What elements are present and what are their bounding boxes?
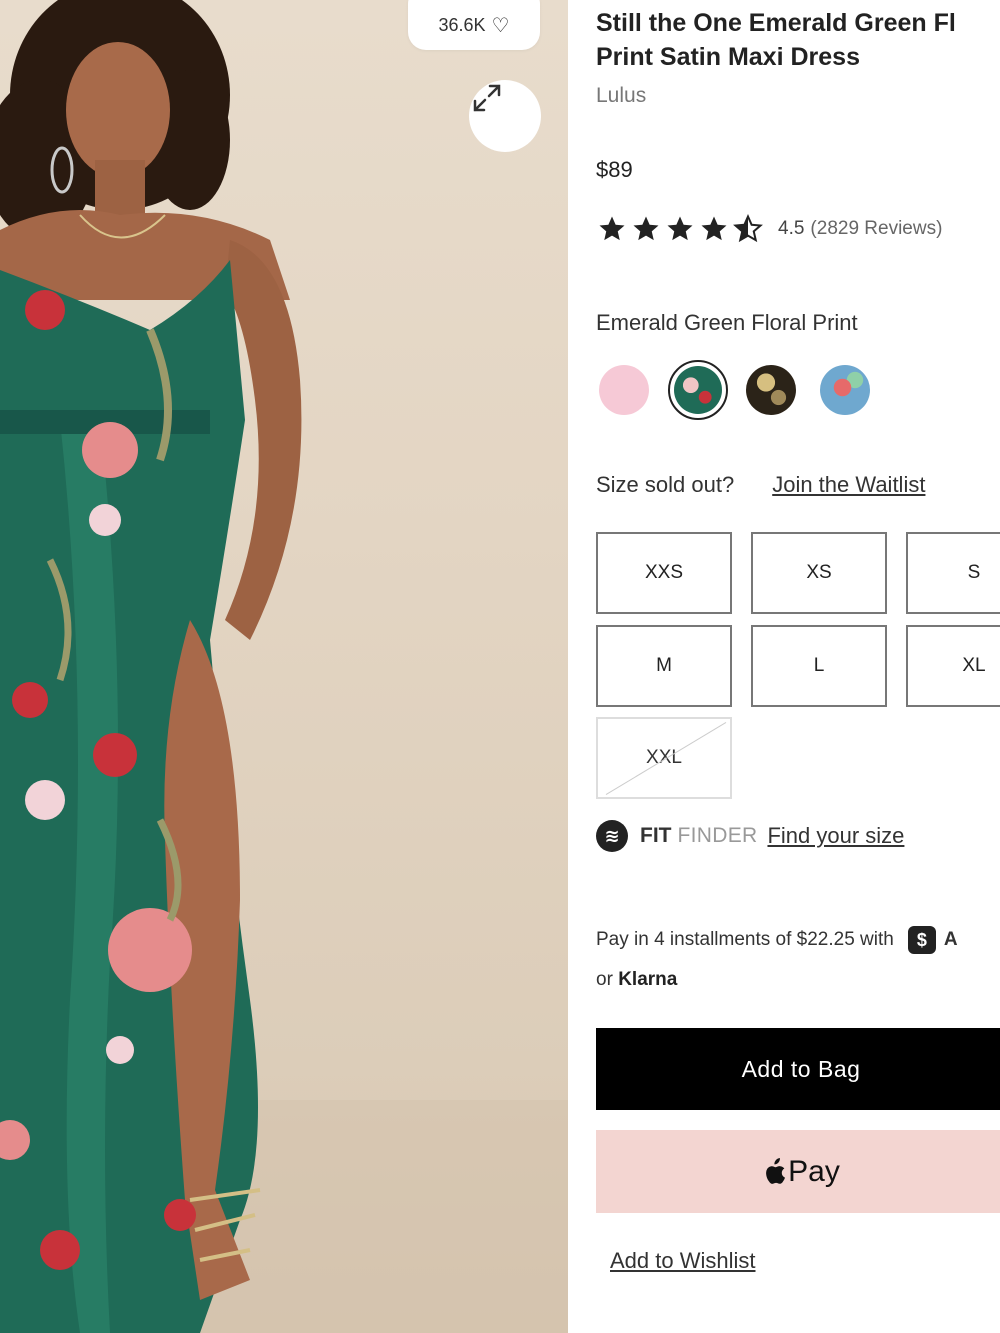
product-image[interactable]: 36.6K ♡ [0, 0, 568, 1333]
size-option-xl[interactable]: XL [906, 625, 1000, 707]
rating-stars [596, 214, 764, 244]
cash-app-icon[interactable]: $ [907, 926, 936, 954]
swatch-black-gold-floral[interactable] [746, 365, 796, 415]
fit-finder: ≋ FIT FINDER Find your size [596, 820, 904, 852]
product-title-line2: Print Satin Maxi Dress [596, 43, 860, 71]
heart-outline-icon: ♡ [491, 14, 510, 37]
size-option-xxl-sold-out[interactable]: XXL [596, 717, 732, 799]
add-to-bag-button[interactable]: Add to Bag [596, 1028, 1000, 1110]
size-sold-out-label: Size sold out? [596, 472, 735, 497]
expand-image-button[interactable] [469, 80, 541, 152]
star-full-icon [633, 216, 659, 241]
add-to-wishlist-link[interactable]: Add to Wishlist [610, 1248, 756, 1274]
size-option-s[interactable]: S [906, 532, 1000, 614]
klarna-prefix: or [596, 969, 613, 990]
rating-value: 4.5 [778, 218, 805, 239]
size-option-xs[interactable]: XS [751, 532, 887, 614]
installments-row: Pay in 4 installments of $22.25 with $ A [596, 926, 958, 954]
star-full-icon [667, 216, 693, 241]
apple-pay-label: Pay [788, 1154, 840, 1188]
star-half-icon [733, 214, 763, 243]
waitlist-row: Size sold out? Join the Waitlist [596, 472, 925, 498]
size-option-l[interactable]: L [751, 625, 887, 707]
swatch-pink[interactable] [599, 365, 649, 415]
product-price: $89 [596, 157, 633, 182]
swatch-blue-pink-floral[interactable] [820, 365, 870, 415]
apple-pay-button[interactable]: Pay [596, 1130, 1000, 1213]
klarna-row: or Klarna [596, 969, 677, 991]
expand-arrows-icon [473, 84, 501, 112]
find-your-size-link[interactable]: Find your size [767, 823, 904, 849]
join-waitlist-link[interactable]: Join the Waitlist [772, 472, 925, 498]
size-option-m[interactable]: M [596, 625, 732, 707]
product-details: Still the One Emerald Green Fl Print Sat… [596, 0, 1000, 1333]
color-swatches [596, 360, 896, 420]
likes-counter[interactable]: 36.6K ♡ [408, 0, 540, 50]
likes-count: 36.6K [438, 14, 486, 35]
reviews-link[interactable]: (2829 Reviews) [810, 218, 942, 240]
product-rating[interactable]: 4.5 (2829 Reviews) [596, 214, 942, 244]
installments-text: Pay in 4 installments of $22.25 with [596, 929, 894, 950]
selected-color-name: Emerald Green Floral Print [596, 310, 858, 335]
product-title: Still the One Emerald Green Fl Print Sat… [596, 6, 1000, 74]
star-full-icon [701, 216, 727, 241]
fit-finder-label-light: FINDER [677, 824, 758, 847]
size-option-xxs[interactable]: XXS [596, 532, 732, 614]
fit-finder-label-bold: FIT [640, 824, 672, 847]
brand-name[interactable]: Lulus [596, 84, 646, 108]
swatch-emerald-floral-selected[interactable] [668, 360, 728, 420]
model-illustration [0, 0, 568, 1333]
product-title-line1: Still the One Emerald Green Fl [596, 9, 956, 37]
klarna-logo[interactable]: Klarna [618, 969, 677, 990]
apple-logo-icon [766, 1157, 786, 1184]
fit-finder-logo-icon: ≋ [596, 820, 628, 852]
cash-app-label[interactable]: A [944, 929, 958, 951]
star-full-icon [599, 216, 625, 241]
